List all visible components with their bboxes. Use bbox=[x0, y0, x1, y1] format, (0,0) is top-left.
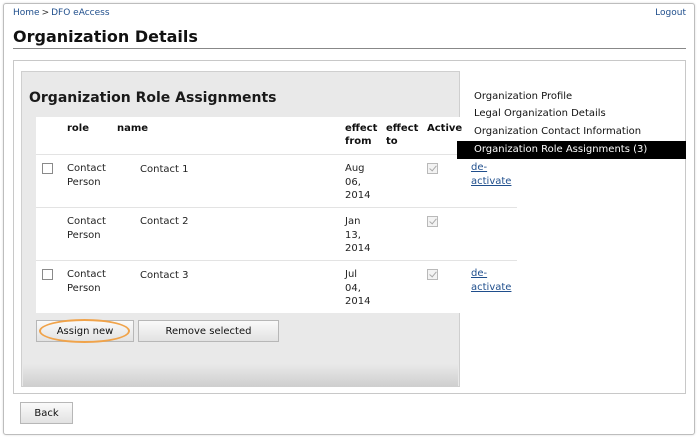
row-divider bbox=[36, 260, 517, 261]
date-part: 06, bbox=[345, 176, 361, 188]
row-divider bbox=[36, 207, 517, 208]
role-line: Person bbox=[67, 176, 101, 188]
effect-from-cell: Aug 06, 2014 bbox=[345, 162, 370, 203]
column-header-role: role bbox=[67, 123, 90, 134]
column-header-effect-to: effect to bbox=[386, 123, 419, 147]
deactivate-link[interactable]: de-activate bbox=[471, 161, 511, 189]
date-part: Jan bbox=[345, 216, 361, 227]
row-select-checkbox[interactable] bbox=[42, 269, 53, 280]
role-assignments-table bbox=[36, 117, 517, 313]
breadcrumb-current[interactable]: DFO eAccess bbox=[51, 8, 109, 18]
date-part: 13, bbox=[345, 229, 361, 241]
row-select-checkbox[interactable] bbox=[42, 163, 53, 174]
row-divider bbox=[36, 154, 517, 155]
date-part: 2014 bbox=[345, 243, 371, 254]
role-cell: Contact Person bbox=[67, 268, 106, 295]
breadcrumb-home-link[interactable]: Home bbox=[13, 8, 40, 18]
remove-selected-button[interactable]: Remove selected bbox=[138, 320, 279, 342]
role-line: Contact bbox=[67, 269, 106, 280]
role-cell: Contact Person bbox=[67, 162, 106, 189]
date-part: 04, bbox=[345, 282, 361, 294]
effect-from-cell: Jul 04, 2014 bbox=[345, 268, 370, 309]
breadcrumb-separator: > bbox=[41, 8, 50, 18]
active-checkbox bbox=[427, 269, 438, 280]
panel-footer-gradient bbox=[23, 364, 458, 386]
logout-link[interactable]: Logout bbox=[655, 8, 686, 18]
nav-item-organization-contact-information[interactable]: Organization Contact Information bbox=[457, 123, 686, 141]
title-divider bbox=[13, 48, 686, 49]
date-part: Aug bbox=[345, 163, 365, 174]
role-line: Contact bbox=[67, 163, 106, 174]
name-cell: Contact 1 bbox=[140, 164, 189, 175]
back-button[interactable]: Back bbox=[20, 402, 73, 424]
nav-item-organization-role-assignments[interactable]: Organization Role Assignments (3) bbox=[457, 141, 686, 159]
active-checkbox bbox=[427, 163, 438, 174]
link-part[interactable]: activate bbox=[471, 176, 511, 187]
role-cell: Contact Person bbox=[67, 215, 106, 242]
date-part: Jul bbox=[345, 269, 358, 280]
section-title: Organization Role Assignments bbox=[29, 90, 277, 106]
role-line: Contact bbox=[67, 216, 106, 227]
breadcrumb: Home > DFO eAccess bbox=[13, 8, 110, 18]
name-cell: Contact 2 bbox=[140, 216, 189, 227]
name-cell: Contact 3 bbox=[140, 270, 189, 281]
date-part: 2014 bbox=[345, 296, 371, 307]
link-part[interactable]: de- bbox=[471, 268, 487, 279]
deactivate-link[interactable]: de-activate bbox=[471, 267, 511, 295]
effect-from-cell: Jan 13, 2014 bbox=[345, 215, 370, 256]
highlight-annotation bbox=[39, 319, 130, 343]
active-checkbox bbox=[427, 216, 438, 227]
nav-item-legal-organization-details[interactable]: Legal Organization Details bbox=[457, 105, 686, 123]
link-part[interactable]: activate bbox=[471, 282, 511, 293]
nav-item-organization-profile[interactable]: Organization Profile bbox=[457, 88, 686, 106]
column-header-effect-from: effect from bbox=[345, 123, 378, 147]
role-line: Person bbox=[67, 229, 101, 241]
date-part: 2014 bbox=[345, 190, 371, 201]
role-line: Person bbox=[67, 282, 101, 294]
column-header-name: name bbox=[117, 123, 149, 134]
top-bar: Home > DFO eAccess Logout bbox=[13, 8, 686, 20]
page-title: Organization Details bbox=[13, 27, 198, 46]
link-part[interactable]: de- bbox=[471, 162, 487, 173]
